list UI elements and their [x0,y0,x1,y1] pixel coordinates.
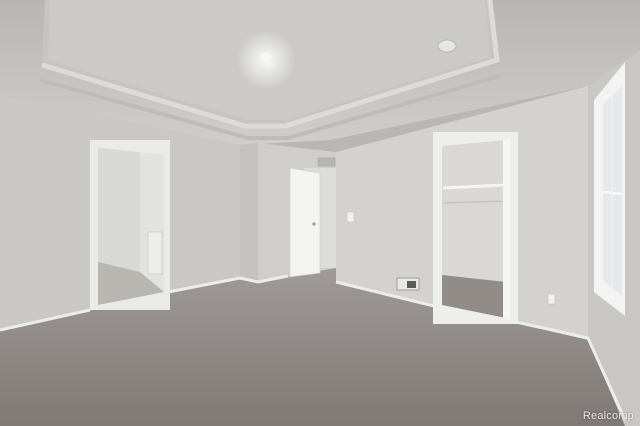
open-door [289,167,321,278]
floor-vent-grille [407,281,416,288]
bathroom-vanity [147,231,163,275]
door-knob [312,222,316,226]
watermark-text: Realcomp [582,410,634,422]
light-switch [346,211,355,223]
hvac-vent-high [317,157,336,167]
bedroom-photo [0,0,640,426]
ceiling-light [260,53,272,59]
back-column-wall [240,143,258,282]
ceiling-light-glow [236,30,296,90]
bedroom-scene: Realcomp [0,0,640,426]
smoke-detector [437,39,457,53]
bathroom-interior-wall [98,148,140,272]
closet-door-edge [503,138,510,320]
wall-outlet [547,293,556,305]
